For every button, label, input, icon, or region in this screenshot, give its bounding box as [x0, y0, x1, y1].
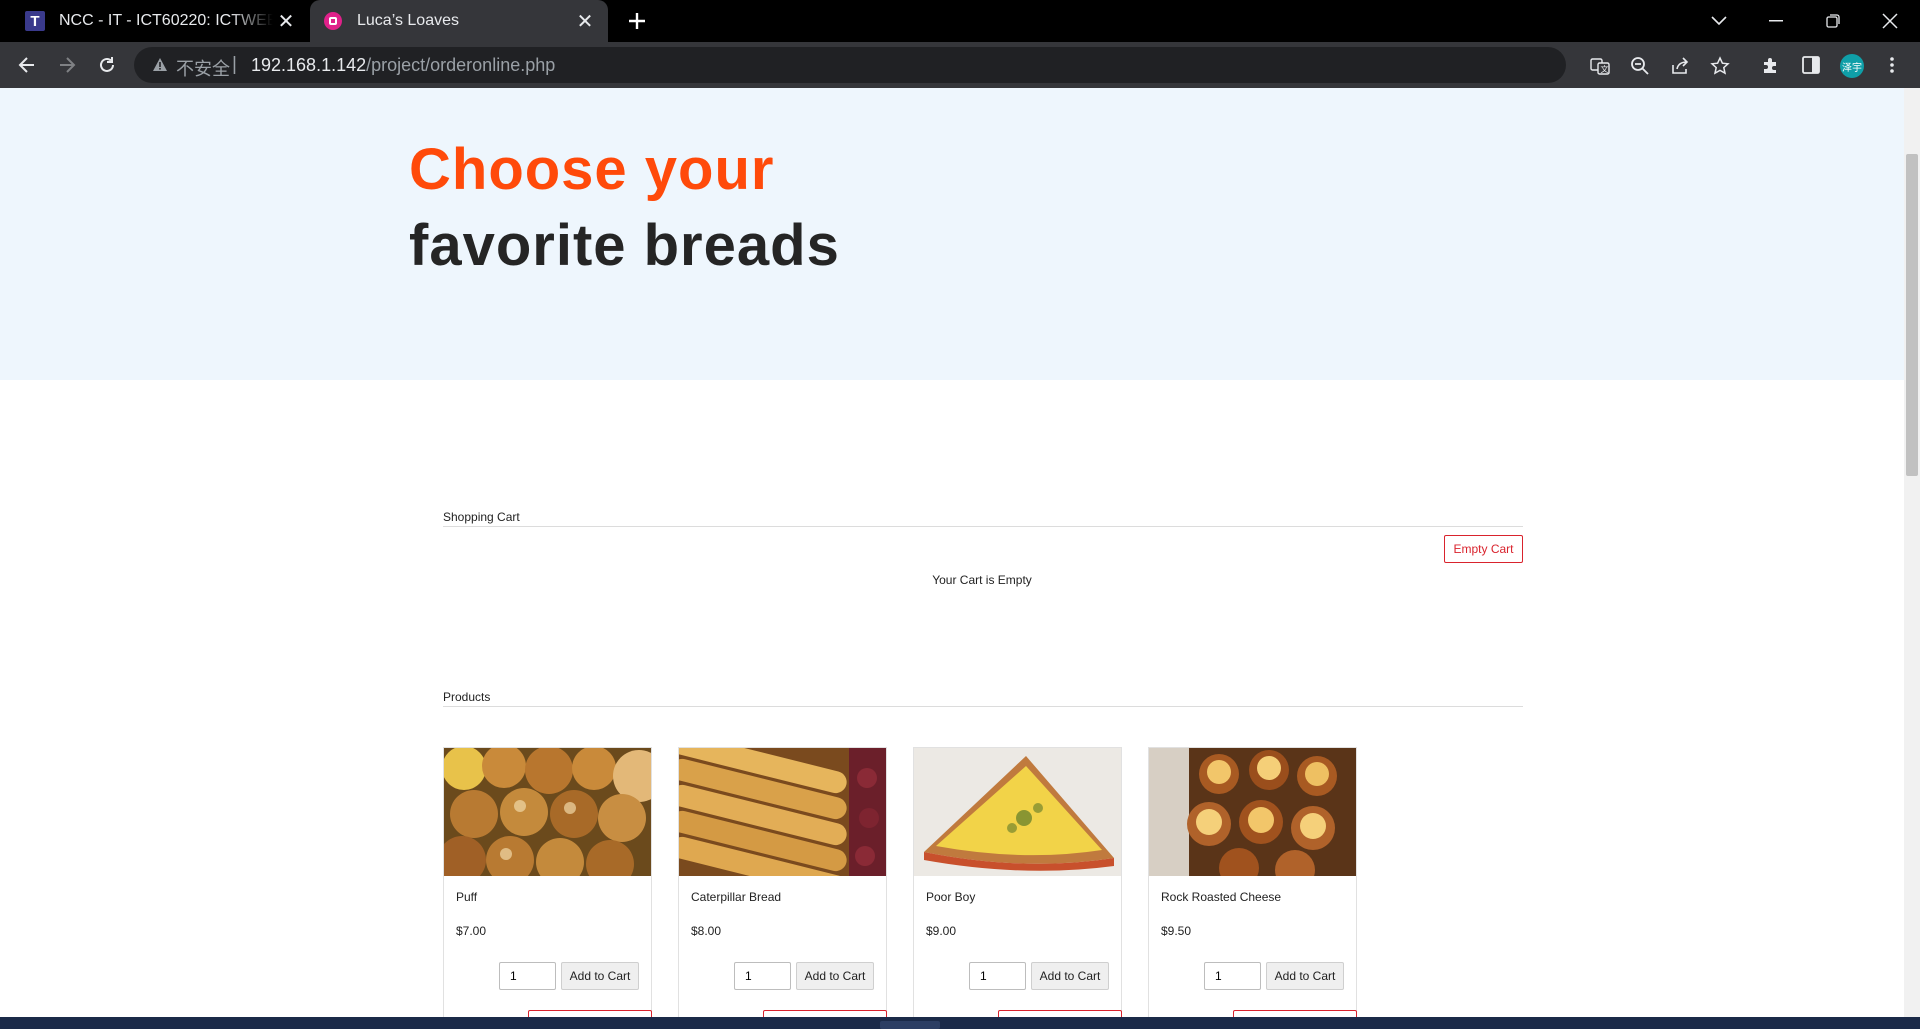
product-card-poor-boy: Poor Boy $9.00 1 Add to Cart [913, 747, 1122, 1017]
tab-title: Luca’s Loaves [357, 12, 459, 29]
product-name: Caterpillar Bread [691, 890, 782, 904]
close-icon [1882, 13, 1898, 29]
minimize-icon [1769, 20, 1783, 22]
product-card-caterpillar-bread: Caterpillar Bread $8.00 1 Add to Cart [678, 747, 887, 1017]
add-to-cart-button[interactable]: Add to Cart [1266, 962, 1344, 990]
close-window-button[interactable] [1862, 0, 1918, 42]
svg-text:文: 文 [1601, 64, 1609, 74]
product-price: $9.50 [1161, 924, 1192, 938]
shopping-cart-heading: Shopping Cart [443, 510, 520, 524]
hero-heading: Choose your favorite breads [409, 132, 840, 284]
minimize-button[interactable] [1748, 0, 1804, 42]
forward-button[interactable] [52, 50, 82, 80]
product-name: Rock Roasted Cheese [1161, 890, 1282, 904]
address-bar[interactable]: 不安全 | 192.168.1.142/project/orderonline.… [134, 47, 1730, 83]
product-card-puff: Puff $7.00 1 Add to Cart [443, 747, 652, 1017]
reload-button[interactable] [92, 50, 122, 80]
product-card-rock-roasted-cheese: Rock Roasted Cheese $9.50 1 Add to Cart [1148, 747, 1357, 1017]
products-divider [443, 706, 1523, 707]
close-tab-icon[interactable]: ✕ [273, 8, 299, 34]
secondary-action-button[interactable] [1233, 1010, 1357, 1017]
quantity-input[interactable]: 1 [1204, 962, 1261, 990]
share-icon[interactable] [1669, 55, 1691, 77]
url-host: 192.168.1.142 [251, 55, 367, 75]
scrollbar-thumb[interactable] [1906, 154, 1918, 476]
products-heading: Products [443, 690, 491, 704]
empty-cart-button[interactable]: Empty Cart [1444, 535, 1523, 563]
close-tab-icon[interactable]: ✕ [572, 8, 598, 34]
product-name: Poor Boy [926, 890, 976, 904]
product-image-puff [444, 748, 651, 876]
secondary-action-button[interactable] [998, 1010, 1122, 1017]
secondary-action-button[interactable] [528, 1010, 652, 1017]
hero-banner: Choose your favorite breads [0, 88, 1904, 380]
quantity-input[interactable]: 1 [969, 962, 1026, 990]
tab-search-button[interactable] [1691, 0, 1747, 42]
browser-toolbar: 不安全 | 192.168.1.142/project/orderonline.… [0, 42, 1920, 88]
chevron-down-icon [1711, 16, 1727, 26]
hero-line-2: favorite breads [409, 213, 840, 278]
product-price: $7.00 [456, 924, 487, 938]
product-image-poor-boy [914, 748, 1121, 876]
add-to-cart-button[interactable]: Add to Cart [796, 962, 874, 990]
tab-title: NCC - IT - ICT60220: ICTWEB5 [59, 12, 273, 29]
bakery-favicon-icon [323, 11, 343, 31]
hero-line-1: Choose your [409, 137, 775, 202]
warning-triangle-icon [153, 58, 167, 71]
new-tab-button[interactable] [622, 6, 652, 36]
tab-favicon-icon: T [25, 11, 45, 31]
omnibox-separator: | [232, 54, 237, 75]
translate-icon[interactable]: 文 [1589, 55, 1611, 77]
zoom-icon[interactable] [1629, 55, 1651, 77]
add-to-cart-button[interactable]: Add to Cart [1031, 962, 1109, 990]
browser-tab-strip: T NCC - IT - ICT60220: ICTWEB5 ✕ Luca’s … [0, 0, 1920, 42]
arrow-left-icon [18, 57, 34, 73]
arrow-right-icon [60, 57, 76, 73]
back-button[interactable] [12, 50, 42, 80]
restore-button[interactable] [1805, 0, 1861, 42]
cart-divider [443, 526, 1523, 527]
bookmark-star-icon[interactable] [1709, 55, 1731, 77]
product-price: $9.00 [926, 924, 957, 938]
side-panel-icon[interactable] [1799, 53, 1823, 77]
restore-icon [1826, 14, 1840, 28]
url-text[interactable]: 192.168.1.142/project/orderonline.php [251, 55, 555, 76]
empty-cart-message: Your Cart is Empty [932, 573, 1032, 587]
tab-ncc-it[interactable]: T NCC - IT - ICT60220: ICTWEB5 ✕ [12, 0, 309, 42]
quantity-input[interactable]: 1 [734, 962, 791, 990]
profile-avatar[interactable]: 泽宇 [1840, 54, 1864, 78]
more-menu-icon[interactable] [1880, 53, 1904, 77]
plus-icon [629, 13, 645, 29]
product-name: Puff [456, 890, 478, 904]
extensions-puzzle-icon[interactable] [1759, 53, 1783, 77]
product-image-rock-roasted-cheese [1149, 748, 1356, 876]
secondary-action-button[interactable] [763, 1010, 887, 1017]
add-to-cart-button[interactable]: Add to Cart [561, 962, 639, 990]
product-price: $8.00 [691, 924, 722, 938]
os-taskbar [0, 1017, 1920, 1029]
reload-icon [100, 57, 114, 72]
url-path: /project/orderonline.php [366, 55, 556, 75]
taskbar-item[interactable] [880, 1021, 940, 1029]
quantity-input[interactable]: 1 [499, 962, 556, 990]
page-viewport: Choose your favorite breads Shopping Car… [0, 88, 1904, 1017]
not-secure-label: 不安全 [176, 59, 230, 79]
product-image-caterpillar-bread [679, 748, 886, 876]
tab-lucas-loaves[interactable]: Luca’s Loaves ✕ [310, 0, 608, 42]
